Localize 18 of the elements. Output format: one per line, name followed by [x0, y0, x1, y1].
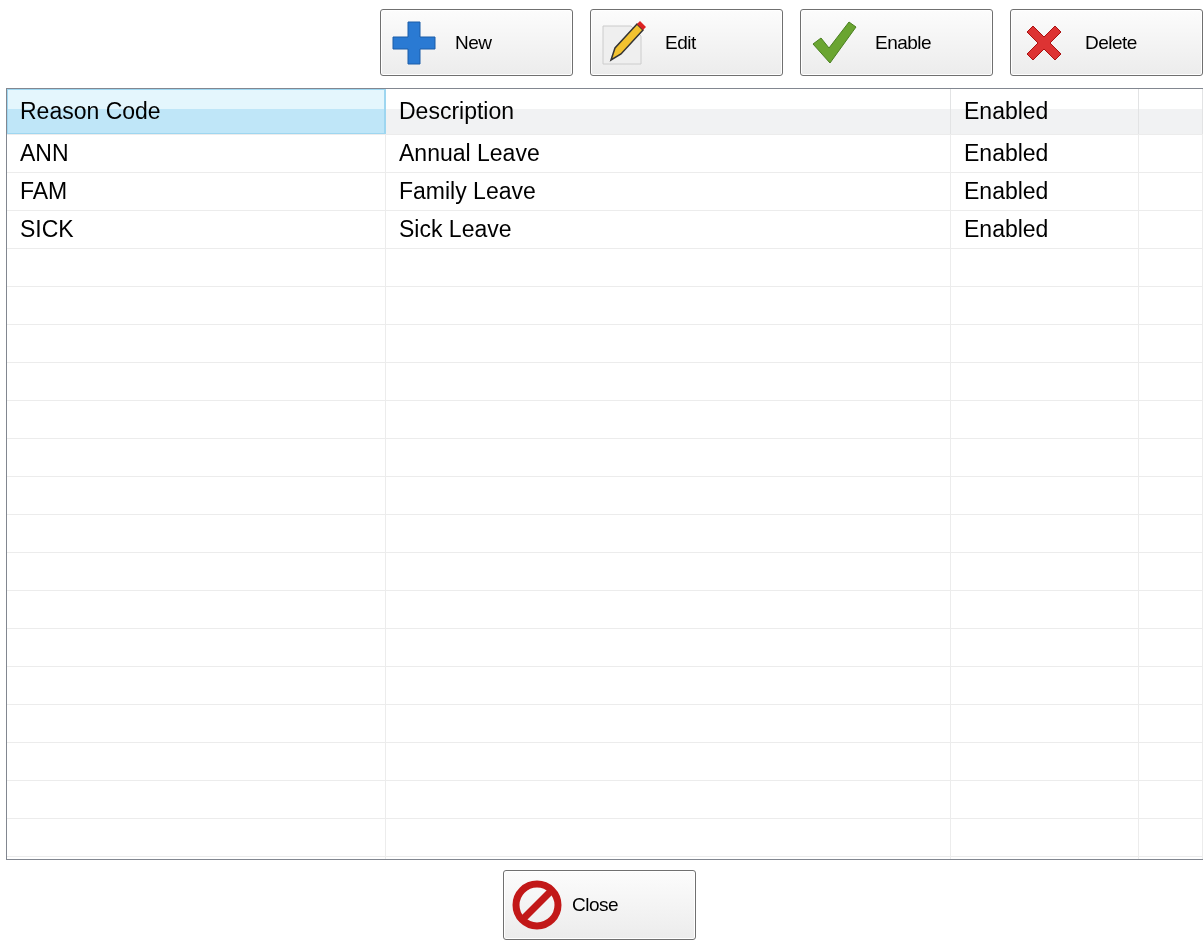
delete-button[interactable]: Delete	[1010, 9, 1203, 76]
table-cell: FAM	[7, 173, 386, 210]
enable-button[interactable]: Enable	[800, 9, 993, 76]
edit-button[interactable]: Edit	[590, 9, 783, 76]
table-cell: Enabled	[951, 173, 1139, 210]
table-cell: Enabled	[951, 135, 1139, 172]
close-button[interactable]: Close	[503, 870, 696, 940]
table-cell: SICK	[7, 211, 386, 248]
new-button[interactable]: New	[380, 9, 573, 76]
table-cell: Enabled	[951, 211, 1139, 248]
prohibition-icon	[510, 878, 564, 932]
column-header[interactable]: Description	[386, 89, 951, 134]
table-cell: Annual Leave	[386, 135, 951, 172]
column-header[interactable]: Enabled	[951, 89, 1139, 134]
table-cell: Family Leave	[386, 173, 951, 210]
table-cell: ANN	[7, 135, 386, 172]
table-cell: Sick Leave	[386, 211, 951, 248]
column-header[interactable]: Reason Code	[7, 89, 386, 134]
